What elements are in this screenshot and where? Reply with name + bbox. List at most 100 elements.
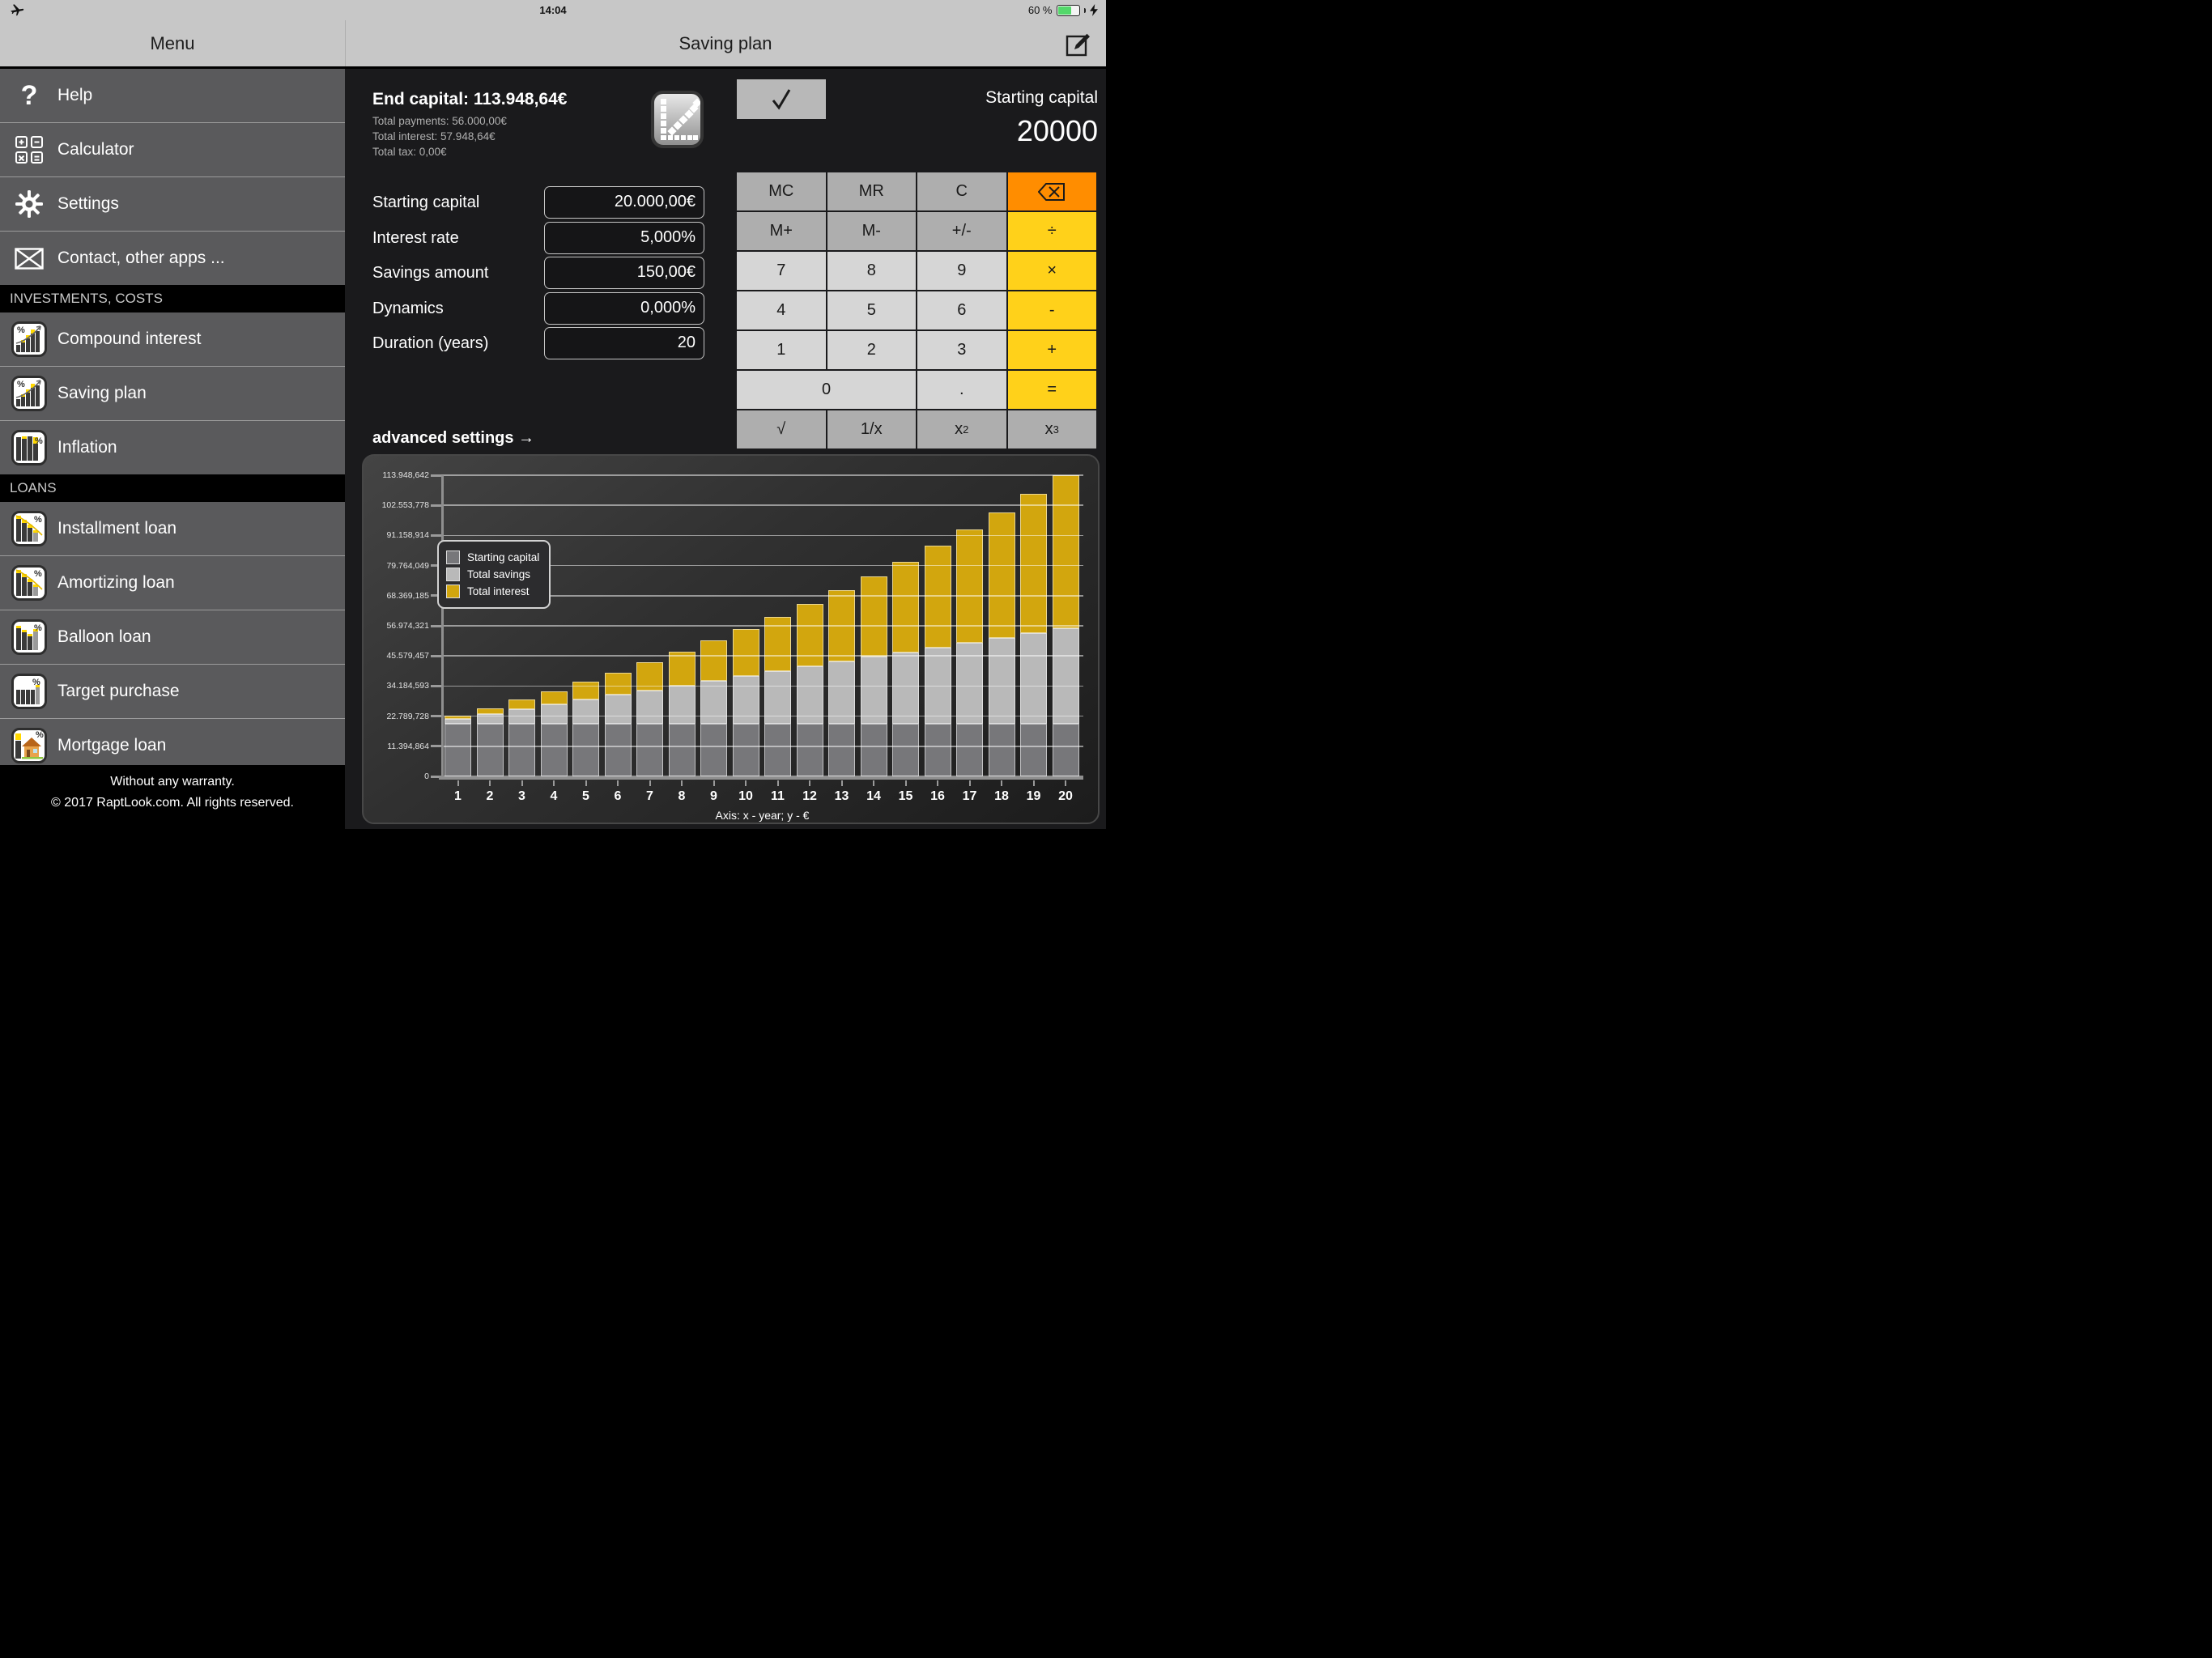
- calc-button-3[interactable]: 3: [917, 331, 1006, 369]
- sidebar-item-balloon-loan[interactable]: %Balloon loan: [0, 610, 345, 664]
- x-axis-tick: [617, 780, 619, 786]
- bar-year-17: [956, 529, 983, 776]
- sidebar-item-label: Target purchase: [57, 682, 180, 701]
- calc-button-backspace[interactable]: [1008, 172, 1097, 210]
- gridline: [441, 474, 1083, 476]
- calc-button-plus-minus[interactable]: +/-: [917, 212, 1006, 250]
- input-field-dynamics[interactable]: 0,000%: [544, 292, 704, 325]
- input-field-starting-capital[interactable]: 20.000,00€: [544, 186, 704, 219]
- calc-button-equals[interactable]: =: [1008, 371, 1097, 409]
- input-field-savings-amount[interactable]: 150,00€: [544, 257, 704, 289]
- x-axis-label: 13: [830, 789, 854, 804]
- y-axis-label: 102.553,778: [366, 500, 429, 510]
- calc-button-4[interactable]: 4: [737, 291, 826, 329]
- bar-segment-total-interest: [477, 708, 504, 714]
- calc-button-mr[interactable]: MR: [827, 172, 917, 210]
- calc-button-minus[interactable]: -: [1008, 291, 1097, 329]
- compose-icon[interactable]: [1066, 31, 1091, 57]
- calc-button-m-plus[interactable]: M+: [737, 212, 826, 250]
- bar-year-10: [733, 629, 759, 776]
- sidebar-item-mortgage-loan[interactable]: %Mortgage loan: [0, 718, 345, 772]
- bar-segment-total-savings: [1020, 633, 1047, 724]
- status-time: 14:04: [0, 0, 1106, 20]
- y-axis-label: 34.184,593: [366, 681, 429, 691]
- bar-segment-total-interest: [541, 691, 568, 704]
- calc-button-sqrt[interactable]: √: [737, 410, 826, 449]
- status-bar: 14:04 60 %: [0, 0, 1106, 20]
- x-axis-label: 6: [606, 789, 630, 804]
- calc-button-5[interactable]: 5: [827, 291, 917, 329]
- x-axis-tick: [681, 780, 683, 786]
- x-axis-tick: [873, 780, 874, 786]
- show-chart-button[interactable]: [651, 91, 704, 148]
- sidebar-item-amortizing-loan[interactable]: %Amortizing loan: [0, 555, 345, 610]
- calc-button-0[interactable]: 0: [737, 371, 916, 409]
- confirm-button[interactable]: [737, 79, 826, 119]
- bar-segment-starting-capital: [733, 724, 759, 776]
- x-axis-label: 2: [478, 789, 502, 804]
- bar-segment-total-interest: [605, 673, 632, 695]
- bar-segment-total-interest: [669, 652, 696, 686]
- bar-segment-starting-capital: [989, 724, 1015, 776]
- sidebar-item-compound-interest[interactable]: %Compound interest: [0, 312, 345, 366]
- legend-label: Starting capital: [467, 551, 539, 563]
- gridline: [441, 625, 1083, 627]
- bar-segment-starting-capital: [892, 724, 919, 776]
- calc-button-dot[interactable]: .: [917, 371, 1006, 409]
- sidebar-item-contact-other-apps[interactable]: Contact, other apps ...: [0, 231, 345, 285]
- sidebar-item-help[interactable]: ?Help: [0, 69, 345, 122]
- legend-swatch: [446, 551, 460, 564]
- x-axis-label: 9: [702, 789, 726, 804]
- bar-segment-total-savings: [541, 704, 568, 724]
- bar-segment-total-savings: [700, 681, 727, 724]
- y-axis-label: 11.394,864: [366, 742, 429, 751]
- bar-segment-total-interest: [733, 629, 759, 676]
- calc-button-reciprocal[interactable]: 1/x: [827, 410, 917, 449]
- calc-button-clear[interactable]: C: [917, 172, 1006, 210]
- copyright-text: © 2017 RaptLook.com. All rights reserved…: [0, 796, 345, 810]
- sidebar-item-saving-plan[interactable]: %Saving plan: [0, 366, 345, 420]
- bar-segment-starting-capital: [605, 724, 632, 776]
- bar-year-8: [669, 652, 696, 776]
- legend-label: Total interest: [467, 585, 530, 597]
- calc-button-cube[interactable]: x3: [1008, 410, 1097, 449]
- calc-button-square[interactable]: x2: [917, 410, 1006, 449]
- x-axis-label: 7: [638, 789, 662, 804]
- x-axis-tick: [1033, 780, 1035, 786]
- svg-text:%: %: [34, 515, 42, 525]
- calc-button-2[interactable]: 2: [827, 331, 917, 369]
- bar-year-4: [541, 691, 568, 776]
- sidebar-item-inflation[interactable]: %Inflation: [0, 420, 345, 474]
- calc-button-8[interactable]: 8: [827, 252, 917, 290]
- legend-label: Total savings: [467, 568, 530, 580]
- calc-button-mc[interactable]: MC: [737, 172, 826, 210]
- calc-button-7[interactable]: 7: [737, 252, 826, 290]
- calc-button-1[interactable]: 1: [737, 331, 826, 369]
- y-axis-label: 113.948,642: [366, 470, 429, 480]
- sidebar-item-settings[interactable]: Settings: [0, 176, 345, 231]
- input-field-duration-years[interactable]: 20: [544, 327, 704, 359]
- bar-segment-starting-capital: [636, 724, 663, 776]
- y-axis-label: 22.789,728: [366, 712, 429, 721]
- x-axis-tick: [809, 780, 810, 786]
- calc-display-label: Starting capital: [985, 88, 1098, 108]
- sidebar-item-installment-loan[interactable]: %Installment loan: [0, 502, 345, 555]
- input-field-interest-rate[interactable]: 5,000%: [544, 222, 704, 254]
- x-axis-label: 5: [574, 789, 598, 804]
- chart-axis-icon: [654, 94, 700, 145]
- sidebar-item-calculator[interactable]: Calculator: [0, 122, 345, 176]
- bar-year-13: [828, 590, 855, 776]
- y-axis-line: [441, 475, 444, 776]
- calc-button-m-minus[interactable]: M-: [827, 212, 917, 250]
- calc-button-divide[interactable]: ÷: [1008, 212, 1097, 250]
- sidebar-item-target-purchase[interactable]: %Target purchase: [0, 664, 345, 718]
- calc-button-6[interactable]: 6: [917, 291, 1006, 329]
- calc-button-9[interactable]: 9: [917, 252, 1006, 290]
- calc-button-plus[interactable]: +: [1008, 331, 1097, 369]
- calc-button-multiply[interactable]: ×: [1008, 252, 1097, 290]
- advanced-settings-link[interactable]: advanced settings →: [372, 429, 534, 448]
- sidebar-item-label: Calculator: [57, 140, 134, 159]
- bar-segment-total-interest: [925, 546, 951, 647]
- total-tax-result: Total tax: 0,00€: [372, 146, 447, 158]
- legend-swatch: [446, 585, 460, 598]
